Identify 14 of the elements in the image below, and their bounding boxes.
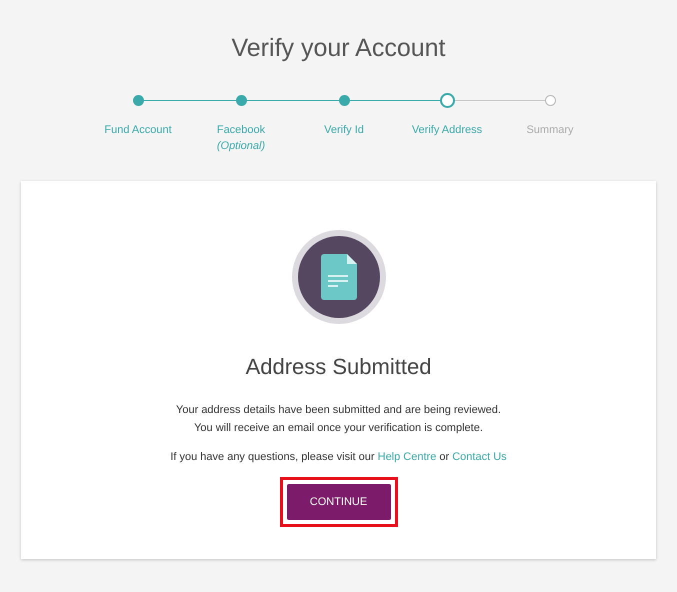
step-label: Verify Address (412, 122, 482, 138)
contact-link[interactable]: Contact Us (452, 450, 507, 462)
step-label: Fund Account (104, 122, 172, 138)
help-text: If you have any questions, please visit our Help Centre or Contact Us (170, 450, 507, 464)
step-label: Facebook (216, 122, 266, 138)
continue-button[interactable]: CONTINUE (286, 484, 390, 520)
card-heading: Address Submitted (246, 352, 432, 380)
step-note: (Optional) (216, 139, 266, 154)
step-label: Verify Id (324, 122, 364, 138)
help-link[interactable]: Help Centre (378, 450, 436, 462)
page-title: Verify your Account (231, 33, 446, 64)
message-text: You will receive an email once your verification is complete. (194, 420, 483, 436)
step-label: Summary (526, 122, 574, 138)
message-text: Your address details have been submitted and are being reviewed. (176, 402, 501, 418)
